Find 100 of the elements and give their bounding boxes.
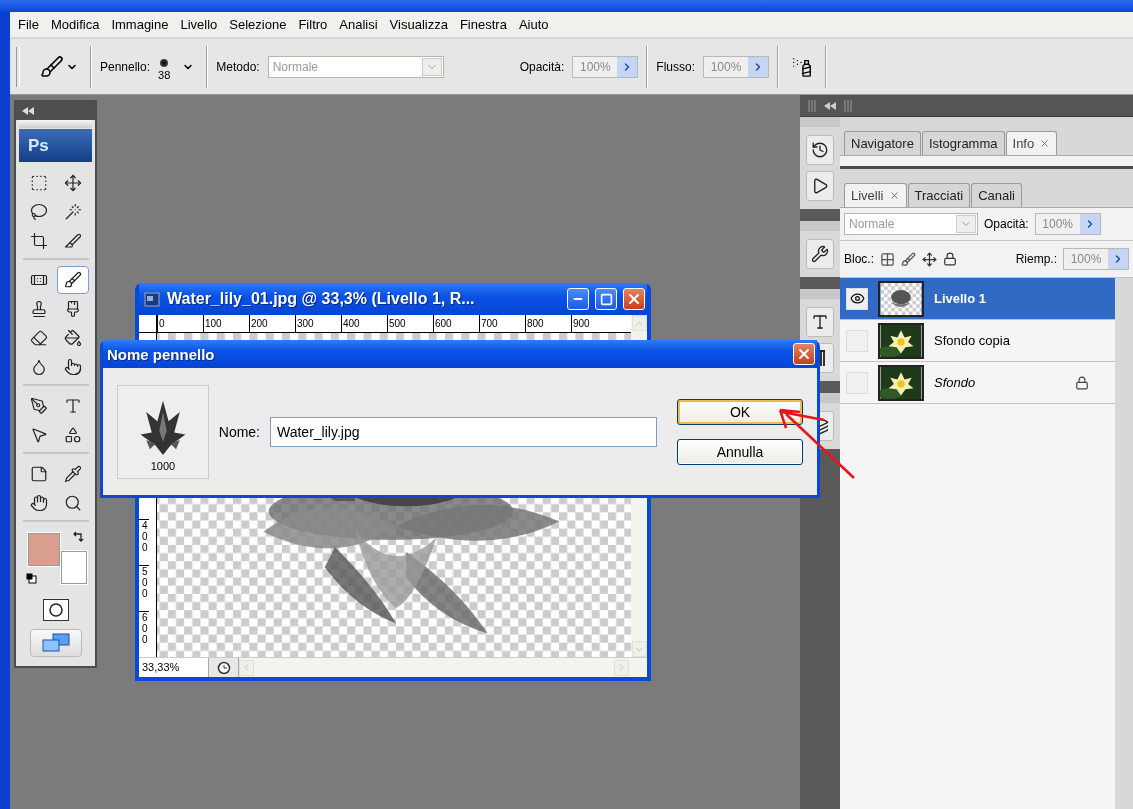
collapse-icon[interactable]	[824, 101, 836, 110]
color-swatch[interactable]	[27, 533, 60, 566]
menu-item[interactable]: Modifica	[44, 15, 106, 34]
panel-tab[interactable]: Tracciati	[907, 183, 971, 207]
close-icon[interactable]	[1039, 138, 1051, 149]
ruler-label: 400	[341, 315, 387, 332]
ruler-label: 700	[479, 315, 525, 332]
eraser-icon	[29, 329, 48, 347]
paint-bucket-icon	[63, 329, 82, 347]
swap-colors-icon[interactable]	[71, 531, 84, 543]
history-icon	[811, 141, 829, 159]
opacity-label: Opacità:	[519, 59, 565, 74]
dialog-button[interactable]: OK	[677, 398, 803, 425]
type-icon	[63, 397, 82, 415]
note-icon	[29, 465, 48, 483]
menu-item[interactable]: File	[12, 15, 45, 34]
panel-tab[interactable]: Istogramma	[921, 131, 1005, 155]
panel-tab[interactable]: Livelli	[844, 183, 907, 207]
layer-row[interactable]: Sfondo	[840, 362, 1115, 404]
knife-icon	[63, 232, 82, 250]
app-logo: Ps	[19, 129, 92, 162]
ruler-label: 100	[203, 315, 249, 332]
panel-tab[interactable]: Info	[1005, 131, 1058, 155]
lock-label: Bloc.:	[844, 252, 874, 266]
panel-tab[interactable]: Canali	[971, 183, 1022, 207]
flow-label: Flusso:	[656, 59, 696, 74]
lasso-icon	[29, 203, 48, 221]
menu-item[interactable]: Visualizza	[383, 15, 454, 34]
lock-transparency-icon[interactable]	[880, 251, 895, 267]
color-swatch[interactable]	[60, 551, 87, 584]
default-colors-icon[interactable]	[25, 573, 37, 584]
clock-icon	[216, 660, 231, 675]
minimize-button[interactable]	[567, 288, 589, 310]
layer-row[interactable]: Sfondo copia	[840, 320, 1115, 362]
lock-pixels-icon[interactable]	[901, 251, 916, 267]
eyedropper-icon	[63, 465, 82, 483]
panel-button[interactable]	[806, 239, 834, 269]
lock-all-icon[interactable]	[943, 252, 957, 266]
pointing-hand-icon	[63, 358, 82, 376]
window-title: Water_lily_01.jpg @ 33,3% (Livello 1, R...	[167, 290, 476, 308]
grip-icon	[808, 99, 816, 112]
collapse-icon[interactable]	[22, 107, 34, 115]
close-icon[interactable]	[888, 190, 900, 201]
quick-mask-button[interactable]	[42, 599, 69, 621]
brush-icon	[63, 271, 82, 289]
screen-mode-button[interactable]	[29, 629, 82, 657]
zoom-field[interactable]: 33,33%	[139, 658, 209, 677]
ruler-label: 500	[139, 565, 149, 611]
move-icon	[63, 174, 82, 192]
close-button[interactable]	[793, 343, 815, 365]
brush-size: 38	[158, 68, 171, 81]
layer-name: Sfondo	[933, 375, 977, 390]
visibility-toggle[interactable]	[846, 287, 868, 310]
visibility-toggle[interactable]	[846, 329, 868, 352]
mode-label: Metodo:	[216, 59, 260, 74]
circle-icon	[48, 603, 63, 617]
brush-tip-icon	[160, 58, 169, 67]
visibility-toggle[interactable]	[846, 371, 868, 394]
maximize-button[interactable]	[595, 288, 617, 310]
layer-row[interactable]: Livello 1	[840, 278, 1115, 320]
lock-position-icon[interactable]	[922, 251, 937, 267]
dashed-square-icon	[29, 174, 48, 192]
layer-name: Livello 1	[933, 291, 988, 306]
ruler-label: 800	[525, 315, 571, 332]
dialog-button[interactable]: Annulla	[677, 438, 803, 465]
type-icon	[811, 313, 829, 331]
panel-tab[interactable]: Navigatore	[844, 131, 921, 155]
wrench-icon	[811, 245, 829, 263]
crop-icon	[29, 232, 48, 250]
grip-icon	[844, 99, 852, 112]
menu-item[interactable]: Finestra	[453, 15, 513, 34]
close-icon	[626, 291, 642, 307]
brush-icon	[40, 54, 64, 79]
menu-item[interactable]: Livello	[174, 15, 224, 34]
menu-item[interactable]: Aiuto	[512, 15, 555, 34]
pen-icon	[29, 397, 48, 415]
menu-item[interactable]: Analisi	[333, 15, 384, 34]
close-button[interactable]	[623, 288, 645, 310]
ruler-label: 400	[139, 519, 149, 565]
panel-button[interactable]	[806, 307, 834, 337]
ruler-label: 500	[387, 315, 433, 332]
ruler-label: 900	[571, 315, 617, 332]
ruler-label: 300	[295, 315, 341, 332]
menu-item[interactable]: Selezione	[223, 15, 293, 34]
magic-wand-icon	[63, 203, 82, 221]
tool-button[interactable]	[56, 266, 89, 294]
spray-can-icon	[791, 55, 814, 78]
eye-icon	[849, 291, 865, 306]
shapes-icon	[63, 426, 82, 444]
menu-item[interactable]: Immagine	[105, 15, 175, 34]
panel-button[interactable]	[806, 135, 834, 165]
panel-button[interactable]	[806, 171, 834, 201]
brush-label: Pennello:	[100, 59, 151, 74]
status-menu-button[interactable]	[209, 658, 239, 677]
document-icon	[143, 290, 161, 308]
ruler-label: 600	[433, 315, 479, 332]
close-icon	[796, 346, 812, 362]
ruler-label: 200	[249, 315, 295, 332]
maximize-icon	[599, 292, 613, 306]
menu-item[interactable]: Filtro	[292, 15, 334, 34]
